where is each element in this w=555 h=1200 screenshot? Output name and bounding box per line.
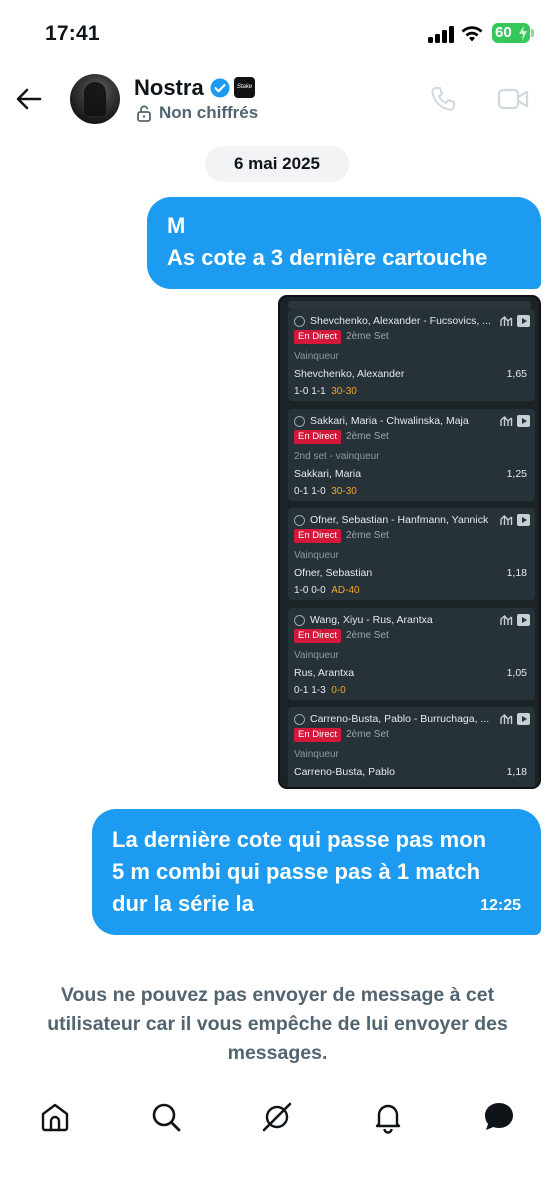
bet-match: Sakkari, Maria - Chwalinska, Maja (310, 414, 469, 427)
bet-match: Ofner, Sebastian - Hanfmann, Yannick (310, 514, 489, 526)
encryption-status[interactable]: Non chiffrés (159, 103, 258, 123)
battery-level: 60 (495, 24, 512, 41)
bet-selection: Sakkari, Maria (294, 467, 362, 480)
bet-market: Vainqueur (294, 550, 339, 561)
live-badge: En Direct (294, 728, 342, 742)
date-separator: 6 mai 2025 (205, 146, 349, 182)
stream-play-icon (517, 414, 530, 427)
battery-indicator: 60 (492, 23, 530, 43)
bet-selection: Ofner, Sebastian (294, 567, 373, 579)
stream-play-icon (517, 613, 530, 626)
bell-icon[interactable] (371, 1100, 405, 1134)
score-live: 0-0 (331, 684, 346, 696)
bottom-navigation (0, 1090, 555, 1146)
bet-match: Wang, Xiyu - Rus, Arantxa (310, 613, 433, 626)
bet-odds: 1,18 (506, 567, 527, 579)
bet-odds: 1,18 (506, 766, 527, 778)
live-badge: En Direct (294, 330, 342, 344)
bet-card: Wang, Xiyu - Rus, Arantxa En Direct 2ème S… (288, 607, 535, 700)
score-live: 30-30 (331, 485, 357, 497)
message-timestamp: 12:25 (480, 897, 521, 914)
bet-selection: Rus, Arantxa (294, 666, 355, 679)
bet-score: 0-1 1-0 30-30 (294, 486, 357, 497)
bet-card: Carreno-Busta, Pablo - Burruchaga, ... En… (288, 707, 535, 787)
score-live: 30-30 (331, 386, 357, 397)
bet-score: 1-0 0-0 AD-40 (294, 585, 360, 596)
bet-match: Shevchenko, Alexander - Fucsovics, ... (310, 315, 490, 327)
avatar-silhouette (84, 82, 106, 116)
status-bar: 17:41 60 (0, 0, 555, 66)
message-text-line: M (167, 213, 186, 238)
bet-slip-top-strip (288, 301, 531, 309)
bet-score (294, 784, 300, 787)
messages-icon[interactable] (482, 1100, 516, 1134)
message-text-line: 5 m combi qui passe pas à 1 match (112, 859, 481, 884)
affiliate-badge[interactable]: Stake (234, 77, 255, 98)
back-arrow-icon[interactable] (14, 84, 44, 114)
live-badge: En Direct (294, 529, 342, 543)
live-badge: En Direct (294, 628, 342, 643)
score-sets: 0-1 1-3 (294, 684, 326, 696)
verified-badge-icon (210, 78, 230, 98)
bet-match: Carreno-Busta, Pablo - Burruchaga, ... (310, 713, 490, 725)
unlocked-icon (137, 105, 151, 122)
conversation-header: Nostra Stake Non chiffrés (0, 66, 555, 136)
bet-selection: Carreno-Busta, Pablo (294, 766, 395, 778)
contact-name[interactable]: Nostra (134, 75, 204, 101)
bet-odds: 1,25 (506, 467, 527, 480)
bet-selection: Shevchenko, Alexander (294, 368, 405, 380)
bet-odds: 1,65 (506, 368, 527, 380)
wifi-icon (461, 26, 483, 42)
bet-set: 2ème Set (346, 331, 389, 342)
score-sets: 1-0 1-1 (294, 386, 326, 397)
bet-set: 2ème Set (346, 629, 389, 641)
score-sets: 1-0 0-0 (294, 585, 326, 596)
stats-icon (500, 714, 513, 724)
bet-odds: 1,05 (506, 666, 527, 679)
stats-icon (500, 415, 513, 426)
message-text-line: La dernière cote qui passe pas mon (112, 827, 487, 852)
stream-play-icon (517, 315, 530, 327)
home-icon[interactable] (38, 1100, 72, 1134)
message-text-line: dur la série la (112, 891, 254, 916)
score-sets: 0-1 1-0 (294, 485, 326, 497)
bet-card: Sakkari, Maria - Chwalinska, Maja En Dire… (288, 408, 535, 501)
avatar[interactable] (70, 74, 120, 124)
stats-icon (500, 316, 513, 326)
message-bubble[interactable]: M As cote a 3 dernière cartouche (147, 197, 541, 289)
bet-market: 2nd set - vainqueur (294, 450, 380, 462)
stats-icon (500, 515, 513, 525)
bet-set: 2ème Set (346, 530, 389, 541)
cellular-signal-icon (428, 25, 454, 43)
bet-set: 2ème Set (346, 430, 389, 442)
bet-card: Shevchenko, Alexander - Fucsovics, ... En… (288, 309, 535, 401)
message-text-line: As cote a 3 dernière cartouche (167, 245, 488, 270)
stats-icon (500, 614, 513, 625)
stream-play-icon (517, 713, 530, 725)
bet-market: Vainqueur (294, 351, 339, 362)
video-call-icon[interactable] (497, 86, 529, 112)
bet-score: 1-0 1-1 30-30 (294, 386, 357, 397)
phone-call-icon[interactable] (429, 85, 457, 113)
score-live: AD-40 (331, 585, 360, 596)
search-icon[interactable] (149, 1100, 183, 1134)
bet-market: Vainqueur (294, 649, 339, 661)
live-badge: En Direct (294, 429, 342, 444)
message-bubble[interactable]: La dernière cote qui passe pas mon 5 m c… (92, 809, 541, 935)
battery-cap (531, 29, 534, 37)
blocked-notice: Vous ne pouvez pas envoyer de message à … (47, 984, 508, 1064)
bet-card: Ofner, Sebastian - Hanfmann, Yannick En D… (288, 508, 535, 600)
charging-bolt-icon (519, 25, 527, 41)
stream-play-icon (517, 514, 530, 526)
grok-icon[interactable] (260, 1100, 294, 1134)
status-time: 17:41 (45, 22, 100, 45)
bet-market: Vainqueur (294, 749, 339, 760)
bet-set: 2ème Set (346, 729, 389, 740)
bet-score: 0-1 1-3 0-0 (294, 685, 346, 696)
bet-slip-image[interactable]: Shevchenko, Alexander - Fucsovics, ... En… (278, 295, 541, 789)
